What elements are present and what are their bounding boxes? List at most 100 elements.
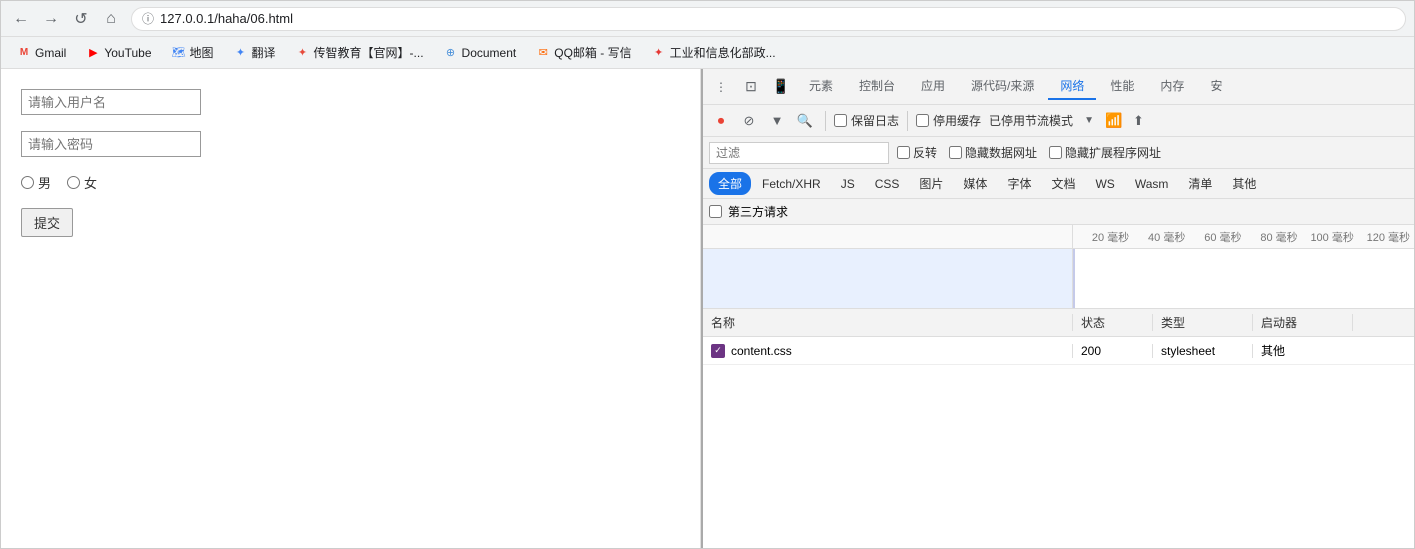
throttle-dropdown[interactable]: ▼ — [1077, 109, 1101, 133]
bookmark-gmail[interactable]: M Gmail — [9, 44, 74, 62]
type-media[interactable]: 媒体 — [954, 172, 996, 195]
devtools-filter-bar: 反转 隐藏数据网址 隐藏扩展程序网址 — [703, 137, 1414, 169]
row-initiator-cell: 其他 — [1253, 342, 1353, 359]
table-row[interactable]: ✓ content.css 200 stylesheet 其他 — [703, 337, 1414, 365]
bookmark-industry[interactable]: ✦ 工业和信息化部政... — [644, 42, 784, 63]
filter-button[interactable]: ▼ — [765, 109, 789, 133]
address-text: 127.0.0.1/haha/06.html — [160, 11, 293, 26]
devtools-tab-bar: ⋮ ⊡ 📱 元素 控制台 应用 源代码/来源 网络 性能 内存 安 — [703, 69, 1414, 105]
network-filter-input[interactable] — [709, 142, 889, 164]
hide-extensions-checkbox[interactable] — [1049, 146, 1062, 159]
bookmark-document[interactable]: ⊕ Document — [436, 44, 525, 62]
tab-application[interactable]: 应用 — [909, 73, 957, 100]
bookmark-youtube[interactable]: ▶ YouTube — [78, 44, 159, 62]
password-input[interactable] — [21, 131, 201, 157]
tab-console[interactable]: 控制台 — [847, 73, 907, 100]
home-button[interactable]: ⌂ — [99, 7, 123, 31]
tick-20: 20 毫秒 — [1077, 229, 1133, 245]
gender-group: 男 女 — [21, 173, 680, 192]
bookmark-maps[interactable]: 🗺 地图 — [164, 42, 222, 63]
invert-checkbox-group[interactable]: 反转 — [897, 144, 937, 161]
maps-icon: 🗺 — [172, 46, 186, 60]
upload-button[interactable]: ⬆ — [1126, 109, 1150, 133]
forward-button[interactable]: → — [39, 7, 63, 31]
bookmark-translate[interactable]: ✦ 翻译 — [226, 42, 284, 63]
waterfall-right — [1073, 249, 1414, 308]
css-file-icon: ✓ — [711, 344, 725, 358]
bookmark-qq-label: QQ邮箱 - 写信 — [554, 44, 631, 61]
col-status-header[interactable]: 状态 — [1073, 314, 1153, 331]
radio-male[interactable] — [21, 176, 34, 189]
tab-memory[interactable]: 内存 — [1148, 73, 1196, 100]
address-bar[interactable]: ⓘ 127.0.0.1/haha/06.html — [131, 7, 1406, 31]
col-type-header[interactable]: 类型 — [1153, 314, 1253, 331]
row-type-cell: stylesheet — [1153, 344, 1253, 358]
hide-data-checkbox-group[interactable]: 隐藏数据网址 — [949, 144, 1037, 161]
type-other[interactable]: 其他 — [1223, 172, 1265, 195]
bookmark-qq[interactable]: ✉ QQ邮箱 - 写信 — [528, 42, 639, 63]
third-party-label: 第三方请求 — [728, 203, 788, 220]
bookmarks-bar: M Gmail ▶ YouTube 🗺 地图 ✦ 翻译 ✦ 传智教育【官网】-.… — [1, 37, 1414, 69]
type-wasm[interactable]: Wasm — [1126, 174, 1178, 194]
submit-button[interactable]: 提交 — [21, 208, 73, 237]
devtools-content: 20 毫秒 40 毫秒 60 毫秒 80 毫秒 100 毫秒 120 毫秒 — [703, 225, 1414, 548]
main-content: 男 女 提交 ⋮ ⊡ 📱 元素 控制台 应用 源代码/来源 — [1, 69, 1414, 548]
devtools-inspect-btn[interactable]: ⊡ — [737, 73, 765, 101]
record-button[interactable]: ⏺ — [709, 109, 733, 133]
qq-icon: ✉ — [536, 46, 550, 60]
wifi-area: 📶 ⬆ — [1105, 109, 1150, 133]
col-name-header[interactable]: 名称 — [703, 314, 1073, 331]
bookmark-chuanzhi[interactable]: ✦ 传智教育【官网】-... — [288, 42, 432, 63]
hide-data-checkbox[interactable] — [949, 146, 962, 159]
radio-female[interactable] — [67, 176, 80, 189]
separator1 — [825, 111, 826, 131]
radio-female-label[interactable]: 女 — [67, 173, 97, 192]
timeline-header: 20 毫秒 40 毫秒 60 毫秒 80 毫秒 100 毫秒 120 毫秒 — [703, 225, 1414, 249]
preserve-log-group[interactable]: 保留日志 — [834, 112, 899, 129]
invert-checkbox[interactable] — [897, 146, 910, 159]
separator2 — [907, 111, 908, 131]
devtools-toolbar2: ⏺ ⊘ ▼ 🔍 保留日志 停用缓存 已停用节流模式 ▼ 📶 ⬆ — [703, 105, 1414, 137]
type-js[interactable]: JS — [832, 174, 864, 194]
type-fetch[interactable]: Fetch/XHR — [753, 174, 830, 194]
devtools-toggle-btn[interactable]: ⋮ — [707, 73, 735, 101]
radio-male-label[interactable]: 男 — [21, 173, 51, 192]
type-img[interactable]: 图片 — [910, 172, 952, 195]
nav-bar: ← → ↺ ⌂ ⓘ 127.0.0.1/haha/06.html — [1, 1, 1414, 37]
password-group — [21, 131, 680, 157]
third-party-checkbox[interactable] — [709, 205, 722, 218]
username-input[interactable] — [21, 89, 201, 115]
hide-extensions-checkbox-group[interactable]: 隐藏扩展程序网址 — [1049, 144, 1161, 161]
filter-checkboxes: 反转 隐藏数据网址 隐藏扩展程序网址 — [897, 144, 1161, 161]
timeline-marker — [1073, 249, 1075, 308]
reload-button[interactable]: ↺ — [69, 7, 93, 31]
type-font[interactable]: 字体 — [998, 172, 1040, 195]
tab-security[interactable]: 安 — [1198, 73, 1234, 100]
tab-elements[interactable]: 元素 — [797, 73, 845, 100]
col-initiator-header[interactable]: 启动器 — [1253, 314, 1353, 331]
disable-cache-group[interactable]: 停用缓存 — [916, 112, 981, 129]
tab-sources[interactable]: 源代码/来源 — [959, 73, 1046, 100]
devtools-panel: ⋮ ⊡ 📱 元素 控制台 应用 源代码/来源 网络 性能 内存 安 ⏺ ⊘ ▼ … — [701, 69, 1414, 548]
type-doc[interactable]: 文档 — [1042, 172, 1084, 195]
nav-icons: ← → ↺ ⌂ — [9, 7, 123, 31]
devtools-device-btn[interactable]: 📱 — [767, 73, 795, 101]
type-clear[interactable]: 清单 — [1179, 172, 1221, 195]
row-status-cell: 200 — [1073, 344, 1153, 358]
tab-performance[interactable]: 性能 — [1098, 73, 1146, 100]
industry-icon: ✦ — [652, 46, 666, 60]
preserve-log-checkbox[interactable] — [834, 114, 847, 127]
type-ws[interactable]: WS — [1086, 174, 1123, 194]
third-party-row: 第三方请求 — [703, 199, 1414, 225]
search-button[interactable]: 🔍 — [793, 109, 817, 133]
back-button[interactable]: ← — [9, 7, 33, 31]
clear-button[interactable]: ⊘ — [737, 109, 761, 133]
username-group — [21, 89, 680, 115]
tab-network[interactable]: 网络 — [1048, 73, 1096, 100]
disable-cache-checkbox[interactable] — [916, 114, 929, 127]
devtools-type-bar: 全部 Fetch/XHR JS CSS 图片 媒体 字体 文档 WS Wasm … — [703, 169, 1414, 199]
type-all[interactable]: 全部 — [709, 172, 751, 195]
bookmark-document-label: Document — [462, 46, 517, 60]
type-css[interactable]: CSS — [866, 174, 909, 194]
youtube-icon: ▶ — [86, 46, 100, 60]
